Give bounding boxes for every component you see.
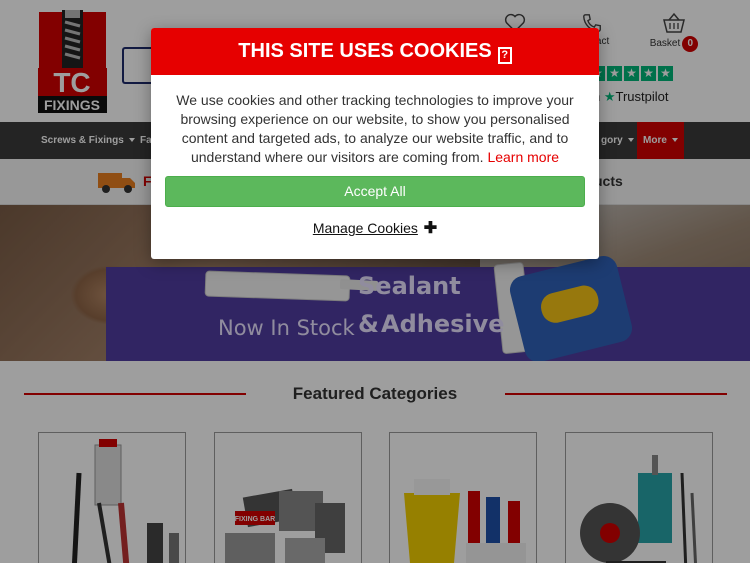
manage-cookies-label: Manage Cookies bbox=[312, 220, 418, 236]
manage-cookies-link[interactable]: Manage Cookies ✚ bbox=[151, 218, 599, 238]
learn-more-link[interactable]: Learn more bbox=[487, 149, 559, 165]
cookie-consent-modal: THIS SITE USES COOKIES? We use cookies a… bbox=[151, 28, 599, 259]
cookie-icon: ? bbox=[497, 47, 512, 64]
cookie-modal-header: THIS SITE USES COOKIES? bbox=[151, 28, 599, 75]
accept-all-button[interactable]: Accept All bbox=[165, 176, 585, 207]
cookie-modal-body: We use cookies and other tracking techno… bbox=[151, 75, 599, 167]
plus-icon: ✚ bbox=[423, 220, 438, 237]
cookie-modal-title: THIS SITE USES COOKIES bbox=[238, 40, 492, 62]
